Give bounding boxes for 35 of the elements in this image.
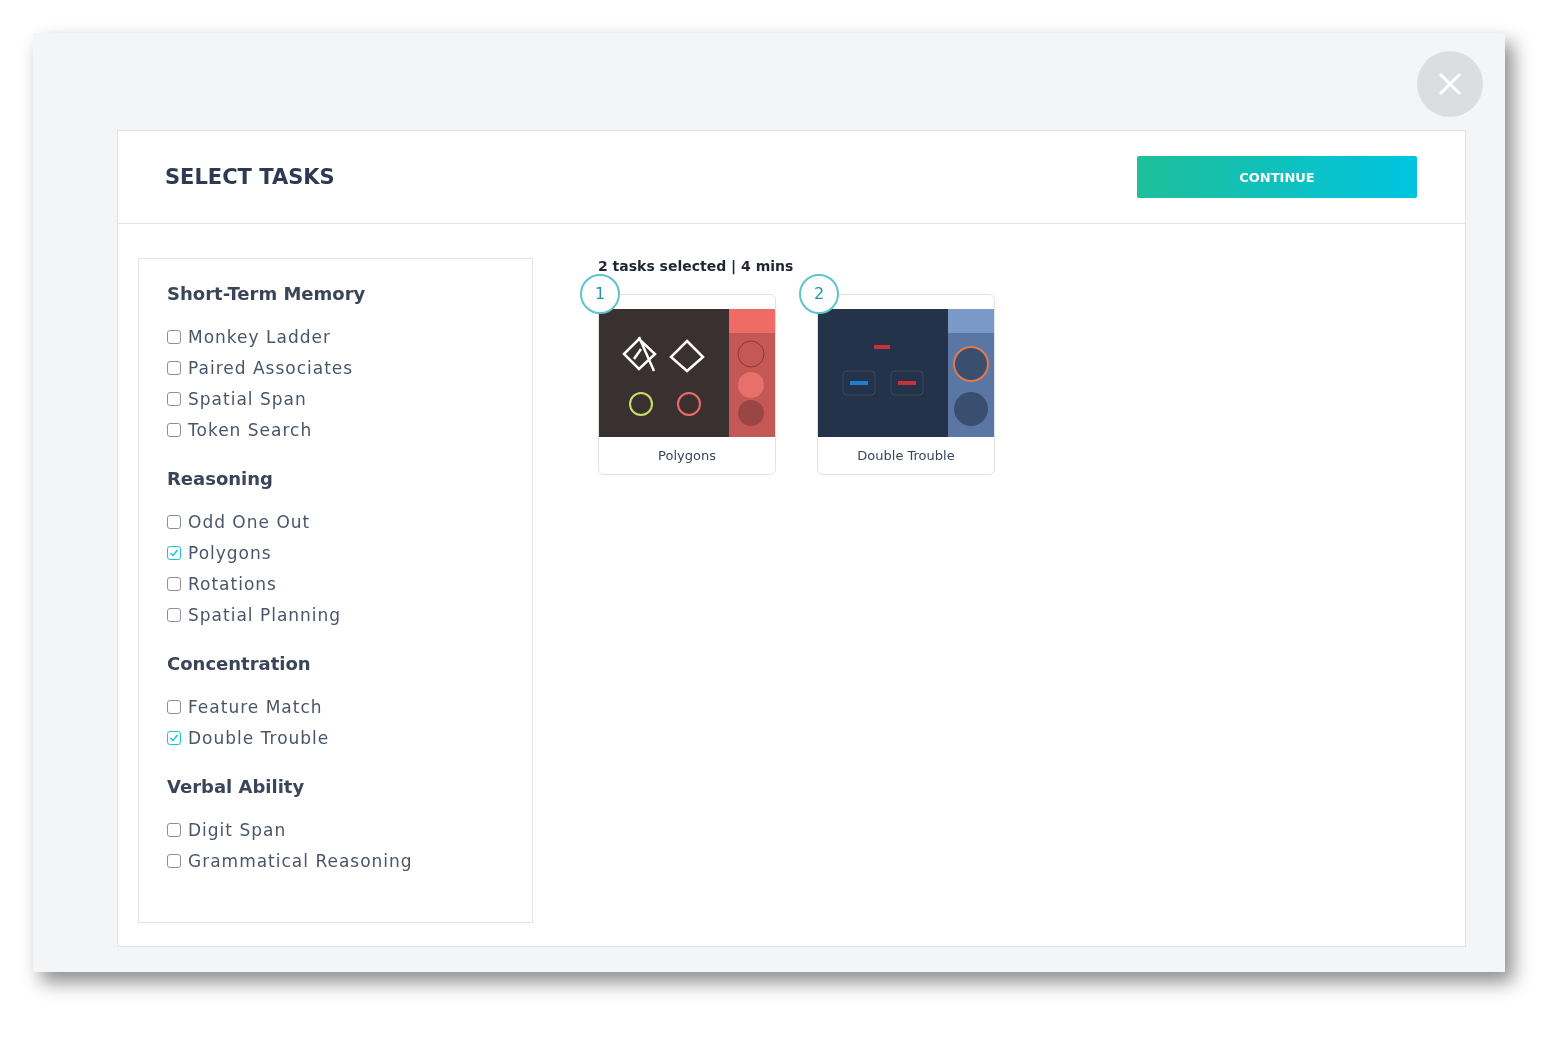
- category-heading: Reasoning: [167, 468, 274, 489]
- task-checkbox[interactable]: [167, 392, 181, 406]
- task-checkbox[interactable]: [167, 330, 181, 344]
- order-badge: 2: [799, 274, 839, 314]
- task-checkbox[interactable]: [167, 515, 181, 529]
- category-heading: Verbal Ability: [167, 776, 306, 797]
- task-label: Double Trouble: [188, 728, 330, 748]
- task-checkbox[interactable]: [167, 823, 181, 837]
- task-label: Paired Associates: [188, 358, 354, 378]
- task-label: Spatial Span: [188, 389, 307, 409]
- close-icon: [1438, 72, 1462, 96]
- task-card-title: Double Trouble: [856, 447, 956, 465]
- task-checkbox[interactable]: [167, 731, 181, 745]
- task-label: Polygons: [188, 543, 272, 563]
- dialog-title: SELECT TASKS: [165, 165, 335, 189]
- task-label: Digit Span: [188, 820, 287, 840]
- task-checkbox[interactable]: [167, 546, 181, 560]
- task-checkbox[interactable]: [167, 361, 181, 375]
- task-checkbox[interactable]: [167, 608, 181, 622]
- task-checkbox[interactable]: [167, 700, 181, 714]
- task-checkbox[interactable]: [167, 577, 181, 591]
- task-checkbox[interactable]: [167, 423, 181, 437]
- task-checkbox[interactable]: [167, 854, 181, 868]
- task-label: Odd One Out: [188, 512, 311, 532]
- task-label: Monkey Ladder: [188, 327, 331, 347]
- task-label: Token Search: [188, 420, 313, 440]
- task-card-title: Polygons: [657, 447, 717, 465]
- category-heading: Concentration: [167, 653, 312, 674]
- task-label: Feature Match: [188, 697, 323, 717]
- selection-summary: 2 tasks selected | 4 mins: [598, 258, 795, 274]
- category-heading: Short-Term Memory: [167, 283, 367, 304]
- order-badge: 1: [580, 274, 620, 314]
- task-label: Rotations: [188, 574, 277, 594]
- task-label: Spatial Planning: [188, 605, 342, 625]
- task-label: Grammatical Reasoning: [188, 851, 413, 871]
